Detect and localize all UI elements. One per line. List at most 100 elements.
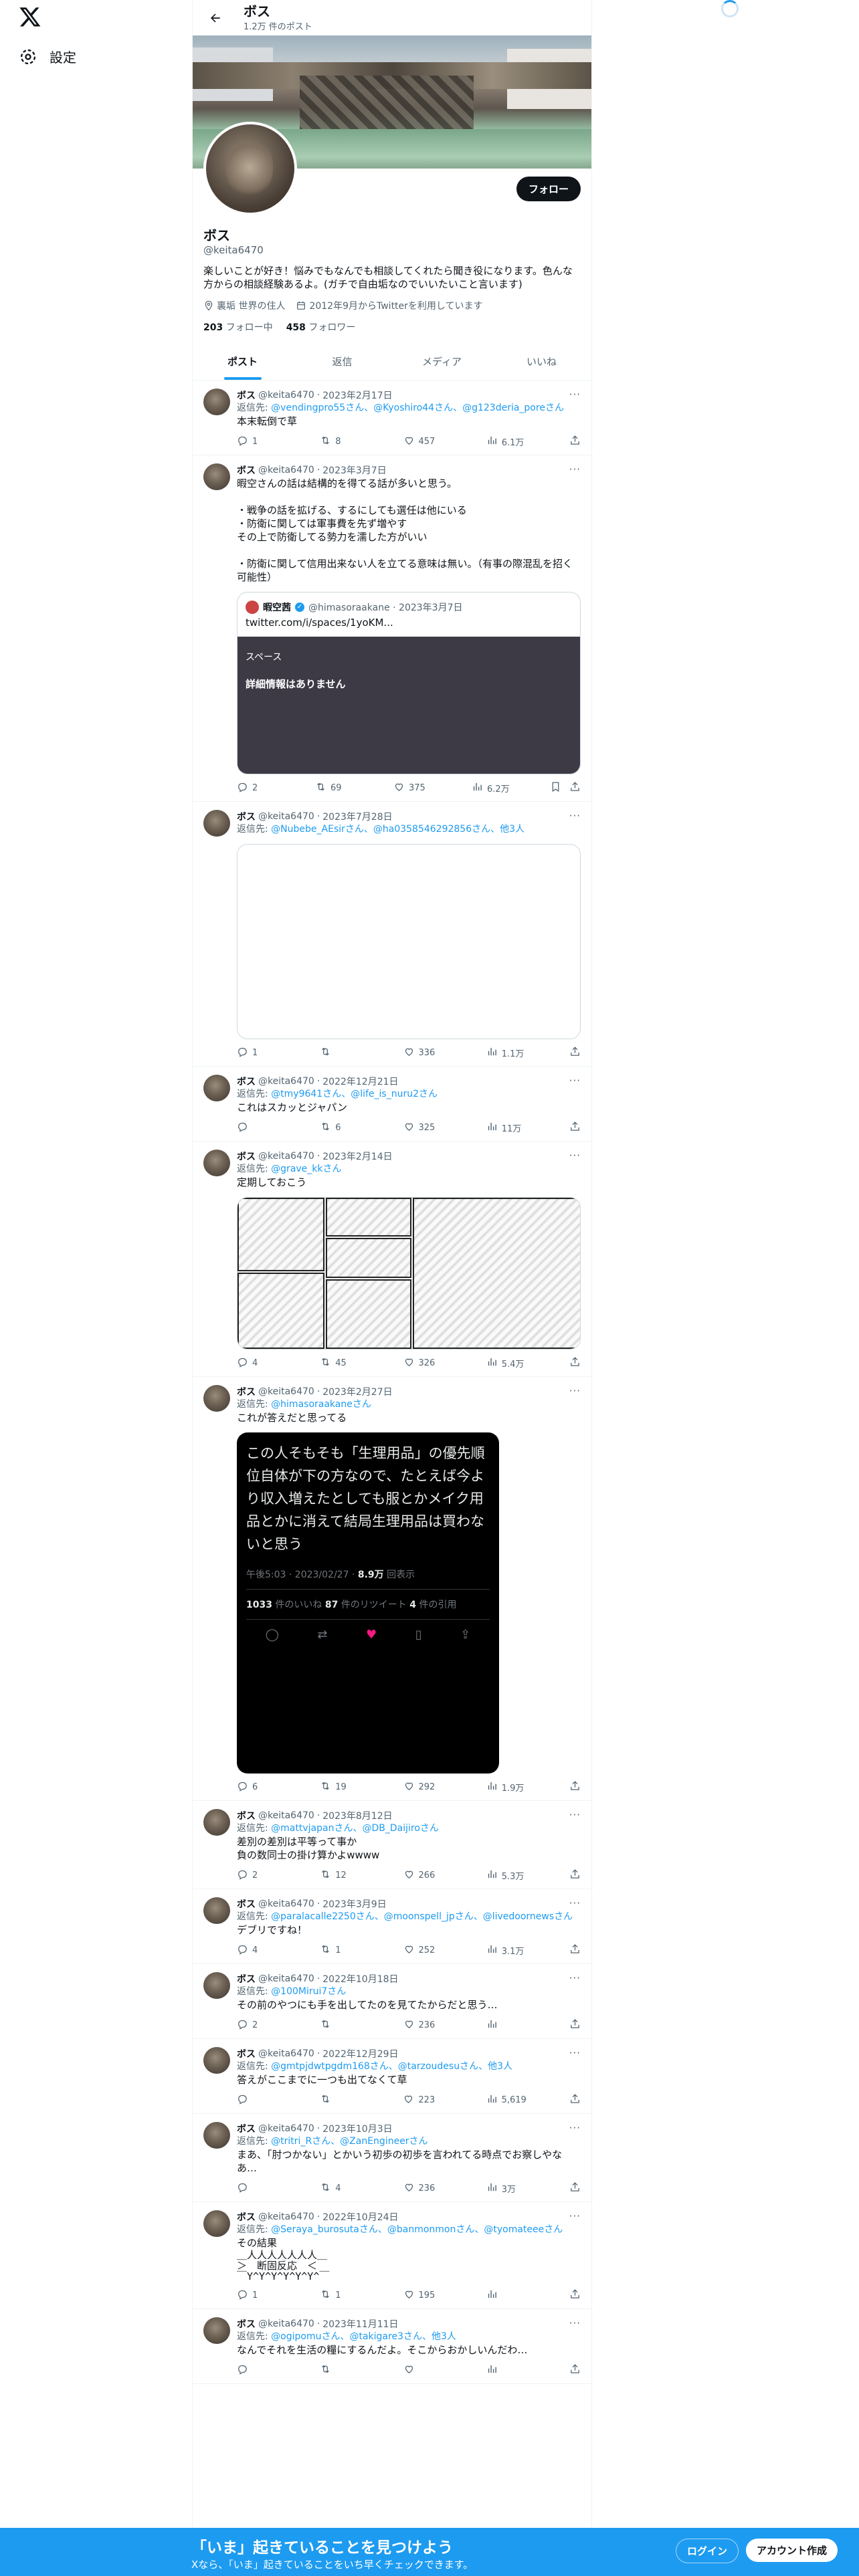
tweet-handle[interactable]: @keita6470 (258, 390, 314, 401)
tweet-avatar[interactable] (203, 1075, 230, 1101)
reply-to-links[interactable]: @Seraya_burosutaさん、@banmonmonさん、@tyomate… (271, 2224, 563, 2235)
retweet-button[interactable]: 6 (320, 1121, 360, 1135)
reply-button[interactable]: 2 (237, 2018, 277, 2032)
tweet-avatar[interactable] (203, 1972, 230, 1999)
reply-button[interactable] (237, 2363, 277, 2377)
like-button[interactable] (403, 2363, 444, 2377)
share-icon[interactable] (569, 1046, 581, 1060)
reply-button[interactable]: 2 (237, 781, 277, 795)
more-options-icon[interactable]: ··· (569, 2122, 581, 2134)
views-button[interactable] (486, 2363, 527, 2377)
reply-button[interactable]: 4 (237, 1356, 277, 1370)
tweet-avatar[interactable] (203, 1809, 230, 1836)
tweet-author-name[interactable]: ボス (237, 810, 256, 823)
share-icon[interactable] (569, 781, 581, 795)
tweet-date[interactable]: 2023年2月27日 (322, 1385, 392, 1398)
tweet-avatar[interactable] (203, 389, 230, 415)
tab-likes[interactable]: いいね (492, 344, 591, 380)
views-button[interactable]: 3万 (486, 2181, 527, 2195)
media-card[interactable] (237, 844, 581, 1039)
tweet-date[interactable]: 2023年8月12日 (322, 1809, 392, 1822)
views-button[interactable]: 1.9万 (486, 1780, 527, 1794)
like-button[interactable]: 252 (403, 1943, 444, 1957)
reply-button[interactable] (237, 2093, 277, 2107)
tweet-avatar[interactable] (203, 1150, 230, 1176)
x-logo-icon[interactable] (19, 5, 45, 32)
tweet-date[interactable]: 2023年10月3日 (322, 2122, 392, 2135)
quoted-tweet[interactable]: 暇空茜 ✓ @himasoraakane · 2023年3月7日 twitter.co… (237, 592, 581, 774)
tweet-handle[interactable]: @keita6470 (258, 465, 314, 475)
retweet-button[interactable] (320, 2018, 360, 2032)
manga-image[interactable] (237, 1197, 581, 1350)
like-button[interactable]: 325 (403, 1121, 444, 1135)
reply-button[interactable] (237, 2181, 277, 2195)
tweet-handle[interactable]: @keita6470 (258, 1810, 314, 1821)
tweet-handle[interactable]: @keita6470 (258, 1151, 314, 1162)
tweet-date[interactable]: 2022年12月29日 (322, 2047, 398, 2060)
tweet-date[interactable]: 2022年10月24日 (322, 2210, 398, 2224)
reply-button[interactable]: 6 (237, 1780, 277, 1794)
reply-button[interactable]: 4 (237, 1943, 277, 1957)
space-card[interactable]: スペース 詳細情報はありません (237, 637, 580, 774)
tweet-author-name[interactable]: ボス (237, 2210, 256, 2224)
tweet-handle[interactable]: @keita6470 (258, 811, 314, 822)
like-button[interactable]: 223 (403, 2093, 443, 2107)
tweet-date[interactable]: 2022年12月21日 (322, 1075, 398, 1088)
tweet[interactable]: ··· ボス @keita6470 · 2023年2月17日 返信先: @vendingp… (193, 381, 591, 455)
profile-avatar[interactable] (203, 122, 297, 215)
like-button[interactable]: 457 (403, 435, 444, 449)
more-options-icon[interactable]: ··· (569, 1897, 581, 1909)
views-button[interactable]: 6.1万 (486, 435, 527, 449)
like-button[interactable]: 375 (393, 781, 434, 795)
views-button[interactable] (486, 2288, 527, 2302)
retweet-button[interactable] (320, 2363, 360, 2377)
like-button[interactable]: 195 (403, 2288, 444, 2302)
tweet-author-name[interactable]: ボス (237, 1809, 256, 1822)
share-icon[interactable] (569, 2363, 581, 2377)
views-button[interactable] (486, 2018, 527, 2032)
tab-replies[interactable]: 返信 (292, 344, 392, 380)
retweet-button[interactable]: 12 (320, 1868, 360, 1883)
tweet-avatar[interactable] (203, 1897, 230, 1924)
tweet-date[interactable]: 2023年11月11日 (322, 2317, 398, 2331)
tweet-author-name[interactable]: ボス (237, 1385, 256, 1398)
more-options-icon[interactable]: ··· (569, 463, 581, 475)
reply-button[interactable] (237, 1121, 277, 1135)
tweet-author-name[interactable]: ボス (237, 1972, 256, 1985)
retweet-button[interactable]: 1 (320, 1943, 360, 1957)
share-icon[interactable] (569, 2288, 581, 2302)
reply-to-links[interactable]: @tmy9641さん、@life_is_nuru2さん (271, 1089, 438, 1099)
tweet-date[interactable]: 2022年10月18日 (322, 1972, 398, 1985)
tweet[interactable]: ··· ボス @keita6470 · 2023年3月7日 暇空さんの話は結構的を得てる話… (193, 455, 591, 802)
more-options-icon[interactable]: ··· (569, 1972, 581, 1984)
tweet-avatar[interactable] (203, 463, 230, 490)
tweet[interactable]: ··· ボス @keita6470 · 2023年7月28日 返信先: @Nubebe_A… (193, 802, 591, 1067)
tweet-handle[interactable]: @keita6470 (258, 2048, 314, 2059)
views-button[interactable]: 5,619 (486, 2093, 527, 2107)
tweet[interactable]: ··· ボス @keita6470 · 2022年10月24日 返信先: @Seraya_… (193, 2202, 591, 2309)
tweet-author-name[interactable]: ボス (237, 2317, 256, 2331)
retweet-button[interactable]: 45 (320, 1356, 360, 1370)
share-icon[interactable] (569, 1868, 581, 1883)
like-button[interactable]: 236 (403, 2018, 444, 2032)
reply-to-links[interactable]: @mattvjapanさん、@DB_Daijiroさん (271, 1823, 439, 1834)
tweet-handle[interactable]: @keita6470 (258, 1973, 314, 1984)
reply-to-links[interactable]: @gmtpjdwtpgdm168さん、@tarzoudesuさん、他3人 (271, 2061, 512, 2072)
tweet-date[interactable]: 2023年7月28日 (322, 810, 392, 823)
tweet-date[interactable]: 2023年2月17日 (322, 389, 392, 402)
retweet-button[interactable] (320, 2093, 360, 2107)
reply-to-links[interactable]: @grave_kkさん (271, 1164, 341, 1174)
share-icon[interactable] (569, 1356, 581, 1370)
tweet[interactable]: ··· ボス @keita6470 · 2023年2月27日 返信先: @himasora… (193, 1377, 591, 1801)
views-button[interactable]: 3.1万 (486, 1943, 527, 1957)
tweet-date[interactable]: 2023年3月9日 (322, 1897, 386, 1911)
views-button[interactable]: 1.1万 (486, 1046, 527, 1060)
like-button[interactable]: 336 (403, 1046, 444, 1060)
share-icon[interactable] (569, 2181, 581, 2195)
following-count-link[interactable]: 203 フォロー中 (203, 320, 273, 334)
tweet-author-name[interactable]: ボス (237, 1150, 256, 1163)
retweet-button[interactable]: 1 (320, 2288, 360, 2302)
tweet[interactable]: ··· ボス @keita6470 · 2023年10月3日 返信先: @tritri_R… (193, 2114, 591, 2202)
reply-to-links[interactable]: @ogipomuさん、@takigare3さん、他3人 (271, 2331, 456, 2342)
settings-link[interactable]: 設定 (19, 47, 76, 66)
